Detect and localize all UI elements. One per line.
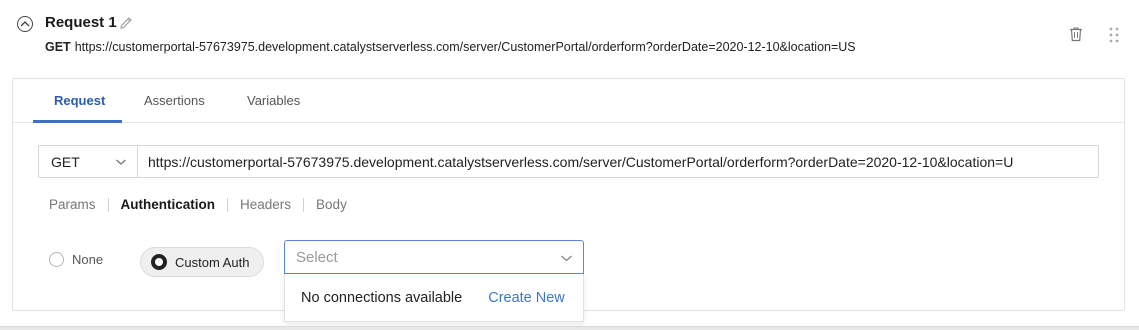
bottom-divider: [0, 326, 1139, 330]
tab-assertions[interactable]: Assertions: [144, 93, 205, 108]
request-method: GET: [45, 40, 71, 54]
dropdown-empty-message: No connections available: [301, 289, 463, 306]
request-summary: GET https://customerportal-57673975.devel…: [45, 40, 856, 54]
tab-variables[interactable]: Variables: [247, 93, 300, 108]
request-subtabs: Params Authentication Headers Body: [49, 197, 347, 212]
create-new-link[interactable]: Create New: [488, 290, 565, 306]
pencil-icon[interactable]: [118, 15, 134, 31]
subtab-authentication[interactable]: Authentication: [121, 197, 216, 212]
request-card: Request 1 GET https://customerportal-5767…: [0, 0, 1139, 330]
subtab-params[interactable]: Params: [49, 197, 96, 212]
connection-dropdown: No connections available Create New: [284, 274, 584, 322]
subtab-divider: [227, 197, 229, 212]
subtab-divider: [303, 197, 305, 212]
radio-unselected-icon: [49, 252, 64, 267]
connection-select-placeholder: Select: [296, 248, 338, 266]
drag-handle-icon[interactable]: [1108, 26, 1120, 44]
tab-request[interactable]: Request: [54, 93, 105, 108]
collapse-icon[interactable]: [17, 16, 33, 32]
auth-option-custom-label: Custom Auth: [175, 254, 250, 270]
subtab-divider: [107, 197, 109, 212]
request-url: https://customerportal-57673975.developm…: [74, 40, 856, 54]
chevron-down-icon: [116, 159, 126, 165]
request-title: Request 1: [45, 14, 117, 31]
method-select-value: GET: [51, 153, 80, 170]
auth-option-custom[interactable]: Custom Auth: [140, 247, 265, 277]
subtab-body[interactable]: Body: [316, 197, 347, 212]
auth-option-none-label: None: [72, 252, 104, 267]
url-bar: GET https://customerportal-57673975.deve…: [38, 145, 1099, 178]
request-header: Request 1 GET https://customerportal-5767…: [0, 0, 1139, 70]
chevron-down-icon: [561, 255, 572, 262]
auth-option-none[interactable]: None: [49, 252, 103, 267]
subtab-headers[interactable]: Headers: [240, 197, 291, 212]
request-tabs: Request Assertions Variables: [13, 79, 1124, 123]
radio-selected-icon: [151, 254, 167, 270]
url-input[interactable]: https://customerportal-57673975.developm…: [138, 146, 1098, 177]
method-select[interactable]: GET: [39, 146, 138, 177]
active-tab-indicator: [33, 120, 122, 123]
connection-select[interactable]: Select: [284, 240, 584, 274]
trash-icon[interactable]: [1069, 26, 1085, 44]
